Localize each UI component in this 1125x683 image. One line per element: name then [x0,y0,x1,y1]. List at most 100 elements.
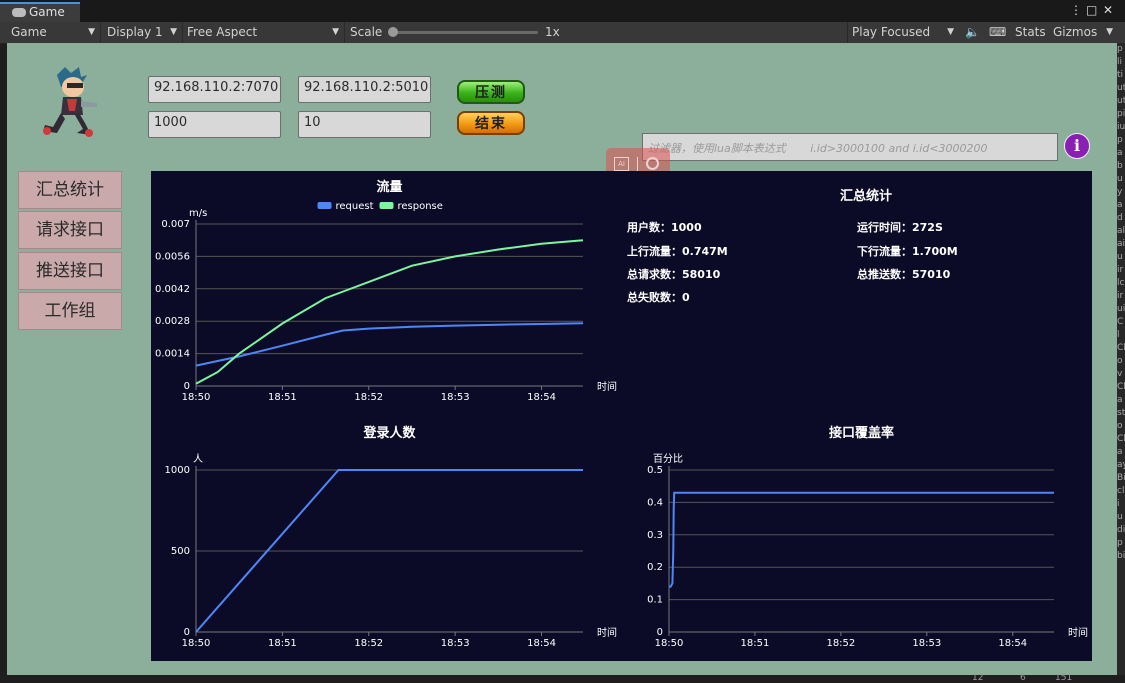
x-tick-label: 18:50 [182,638,211,649]
y-tick-label: 0.4 [647,497,663,508]
display-dropdown-label: Display 1 [107,25,163,39]
x-tick-label: 18:51 [741,638,770,649]
gizmos-dropdown[interactable]: Gizmos ▼ [1050,22,1116,43]
legend-swatch [317,202,332,209]
gamepad-icon [12,8,26,17]
x-tick-label: 18:54 [998,638,1027,649]
panel-fragment: ti [1117,70,1124,80]
panel-fragment: cl [1117,486,1125,496]
x-tick-label: 18:52 [354,638,383,649]
x-tick-label: 18:50 [182,392,211,403]
summary-runtime: 运行时间：272S [857,219,943,235]
tab-game-label: Game [29,5,65,19]
summary-up-label: 上行流量： [627,245,682,258]
filter-input[interactable]: 过滤器，使用lua脚本表达式 i.id>3000100 and i.id<300… [642,133,1058,161]
view-dropdown-label: Game [11,25,47,39]
panel-fragment: v [1117,369,1123,379]
window-menu-icon[interactable]: ⋮ [1070,3,1082,17]
x-axis-label: 时间 [1068,626,1088,639]
x-tick-label: 18:54 [527,638,556,649]
audio-mute-icon[interactable]: 🔈 [962,22,982,43]
nav-request-api[interactable]: 请求接口 [18,211,122,249]
server-address-field-1[interactable]: 92.168.110.2:7070 [148,76,281,103]
panel-fragment: a [1117,200,1123,210]
panel-fragment: ir [1117,291,1124,301]
tab-game[interactable]: Game [0,2,80,22]
search-icon[interactable] [646,157,659,170]
play-mode-label: Play Focused [852,25,931,39]
panel-fragment: d [1117,213,1123,223]
panel-fragment: st [1117,408,1125,418]
nav-summary-stats[interactable]: 汇总统计 [18,171,122,209]
play-mode-dropdown[interactable]: Play Focused ▼ [849,22,957,43]
panel-fragment: a [1117,447,1123,457]
scale-value: 1x [545,25,560,39]
series-line [195,239,584,385]
close-icon[interactable]: ✕ [1103,3,1113,17]
game-view: 92.168.110.2:7070 92.168.110.2:5010 1000… [7,43,1117,675]
summary-runtime-label: 运行时间： [857,221,912,234]
panel-fragment: ai [1117,239,1125,249]
panel-fragment: Bi [1117,473,1125,483]
panel-fragment: li [1117,57,1123,67]
panel-fragment: di [1117,525,1125,535]
x-tick-label: 18:51 [268,392,297,403]
nav-work-group[interactable]: 工作组 [18,292,122,330]
toolbar-divider [182,22,183,43]
legend-swatch [379,202,394,209]
user-count-field[interactable]: 1000 [148,111,281,138]
summary-failures-value: 0 [682,291,690,304]
character-sprite-icon [43,67,97,137]
panel-fragment: Cl [1117,434,1125,444]
gizmos-label: Gizmos [1053,25,1098,39]
panel-fragment: pi [1117,109,1125,119]
warning-count: 6 [1020,673,1026,683]
y-tick-label: 500 [171,546,190,557]
panel-fragment: o [1117,356,1123,366]
start-test-button[interactable]: 压测 [457,80,525,104]
display-dropdown[interactable]: Display 1 ▼ [104,22,180,43]
chart-title: 流量 [376,179,402,195]
y-tick-label: 0 [184,381,190,392]
panel-fragment: y [1117,187,1123,197]
chevron-down-icon: ▼ [170,27,177,37]
aspect-dropdown-label: Free Aspect [187,25,258,39]
ai-scan-icon[interactable]: AI [614,157,629,171]
y-tick-label: 0 [184,627,190,638]
summary-title: 汇总统计 [839,189,892,204]
chart-title: 登录人数 [362,425,416,441]
maximize-icon[interactable]: □ [1086,3,1097,17]
info-icon[interactable]: i [1064,133,1090,159]
nav-push-api[interactable]: 推送接口 [18,252,122,290]
summary-failures: 总失败数：0 [627,289,690,305]
panel-fragment: u [1117,174,1123,184]
scale-slider-track[interactable] [392,31,538,34]
rate-field[interactable]: 10 [298,111,431,138]
aspect-dropdown[interactable]: Free Aspect ▼ [184,22,342,43]
status-bar: 12 6 151 [0,673,1125,683]
y-tick-label: 0.5 [647,465,663,476]
chevron-down-icon: ▼ [88,27,95,37]
stats-button[interactable]: Stats [1012,22,1048,43]
panel-fragment: ui [1117,304,1125,314]
panel-fragment: l [1117,330,1120,340]
summary-users: 用户数：1000 [627,219,702,235]
series-line [669,491,1054,588]
dashboard-panel: 流量 m/s 时间 0 0.0014 0.0028 0.0042 0.0056 0.007 18:… [151,171,1092,661]
server-address-field-2[interactable]: 92.168.110.2:5010 [298,76,431,103]
panel-fragment: Cl [1117,343,1125,353]
panel-fragment: u [1117,512,1123,522]
keyboard-icon[interactable]: ⌨ [986,22,1008,43]
panel-fragment: p [1117,538,1123,548]
x-tick-label: 18:53 [912,638,941,649]
stop-test-button[interactable]: 结束 [457,111,525,135]
summary-failures-label: 总失败数： [627,291,682,304]
summary-up-value: 0.747M [682,245,728,258]
editor-tab-bar: Game ⋮ □ ✕ [0,0,1125,22]
panel-fragment: a [1117,395,1123,405]
scale-slider-handle[interactable] [388,27,398,37]
summary-requests: 总请求数：58010 [627,266,720,282]
summary-down-label: 下行流量： [857,245,912,258]
view-dropdown[interactable]: Game ▼ [8,22,98,43]
summary-users-value: 1000 [671,221,702,234]
